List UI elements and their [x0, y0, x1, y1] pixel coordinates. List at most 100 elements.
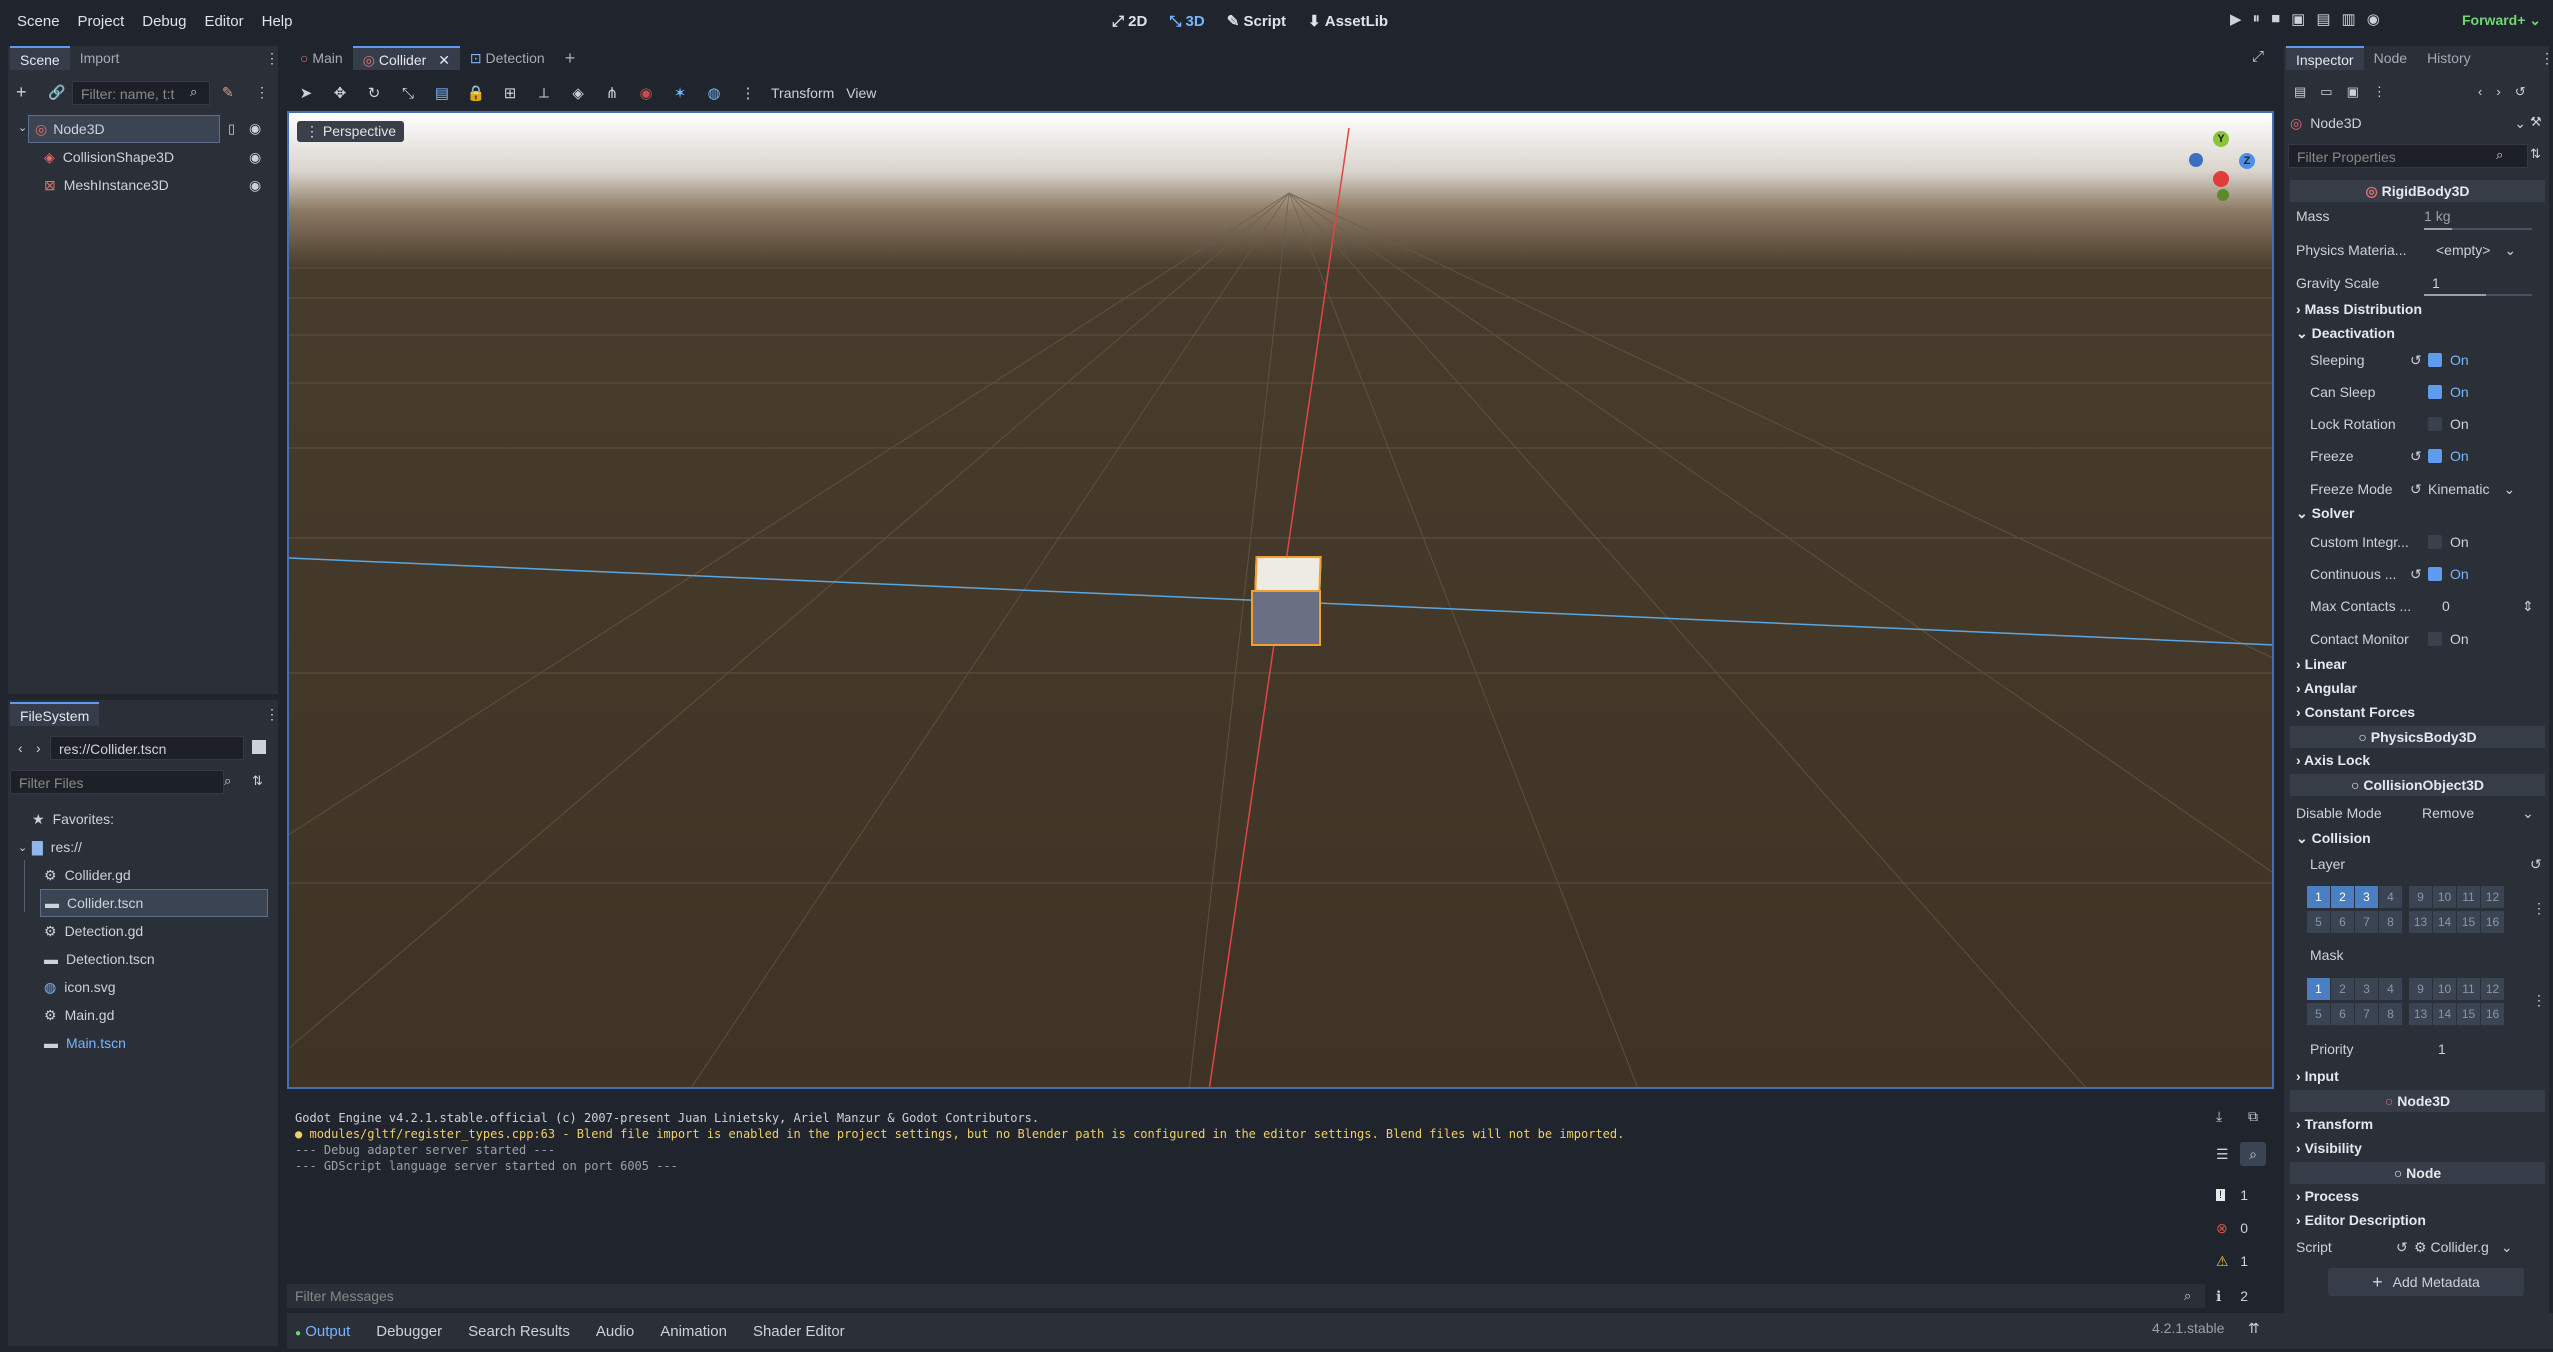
gravity-value[interactable]: 1 — [2432, 275, 2440, 291]
perspective-menu[interactable]: ⋮ Perspective — [297, 121, 405, 142]
category-collision[interactable]: ⌄ Collision — [2296, 830, 2371, 847]
visibility-eye-icon[interactable]: ◉ — [249, 149, 261, 166]
file-row-selected[interactable]: ▬ Collider.tscn — [40, 889, 268, 917]
script-icon[interactable]: ▯ — [228, 121, 235, 137]
add-metadata-button[interactable]: + Add Metadata — [2328, 1268, 2524, 1296]
tab-collider[interactable]: ◎ Collider ✕ — [352, 46, 460, 70]
favorites-row[interactable]: ★ Favorites: — [32, 805, 252, 833]
save-icon[interactable]: ▣ — [2347, 84, 2359, 100]
more-icon[interactable]: ⋮ — [2373, 84, 2386, 100]
view-menu[interactable]: View — [846, 85, 876, 101]
menu-project[interactable]: Project — [69, 13, 134, 30]
layer-bit-6[interactable]: 6 — [2331, 911, 2354, 933]
filter-properties-input[interactable]: Filter Properties — [2288, 144, 2528, 168]
filter-options-icon[interactable]: ⇅ — [2530, 146, 2541, 162]
revert-icon[interactable]: ↺ — [2530, 856, 2542, 873]
layer-bit-15[interactable]: 15 — [2457, 911, 2480, 933]
file-row[interactable]: ◍ icon.svg — [44, 973, 264, 1001]
close-icon[interactable]: ✕ — [438, 52, 450, 68]
category-deactivation[interactable]: ⌄ Deactivation — [2296, 325, 2395, 342]
group-icon[interactable]: ⊞ — [499, 84, 521, 102]
category-mass-distribution[interactable]: › Mass Distribution — [2296, 301, 2422, 317]
layer-bit-7[interactable]: 7 — [2355, 911, 2378, 933]
gravity-slider[interactable] — [2424, 294, 2532, 296]
view-gizmo[interactable]: Y Z — [2187, 131, 2257, 201]
layer-bit-16[interactable]: 16 — [2481, 911, 2504, 933]
revert-icon[interactable]: ↺ — [2410, 448, 2428, 465]
add-tab-button[interactable]: + — [555, 46, 586, 70]
version-label[interactable]: 4.2.1.stable — [2152, 1320, 2224, 1336]
back-arrow-icon[interactable]: ‹ — [18, 740, 23, 756]
gizmo-y-axis[interactable]: Y — [2213, 131, 2229, 147]
script-picker[interactable]: ⚙ Collider.g ⌄ — [2414, 1239, 2513, 1256]
disable-mode-select[interactable]: Remove ⌄ — [2422, 805, 2534, 822]
layer-bit-16[interactable]: 16 — [2481, 1003, 2504, 1025]
layer-bit-3[interactable]: 3 — [2355, 886, 2378, 908]
clear-output-icon[interactable]: ⤓ — [2216, 1108, 2222, 1125]
can-sleep-checkbox[interactable] — [2428, 385, 2442, 399]
snap-icon[interactable]: ⋔ — [601, 84, 623, 102]
revert-icon[interactable]: ↺ — [2410, 352, 2428, 369]
freeze-checkbox[interactable] — [2428, 449, 2442, 463]
play-custom-icon[interactable]: ▥ — [2342, 10, 2356, 28]
category-process[interactable]: › Process — [2296, 1188, 2359, 1204]
custom-integrator-checkbox[interactable] — [2428, 535, 2442, 549]
mode-2d-button[interactable]: ⤢ 2D — [1112, 13, 1147, 30]
layer-bit-15[interactable]: 15 — [2457, 1003, 2480, 1025]
menu-help[interactable]: Help — [253, 13, 302, 30]
gizmo-x-axis[interactable] — [2213, 171, 2229, 187]
file-row-main-scene[interactable]: ▬ Main.tscn — [44, 1029, 264, 1057]
mass-field[interactable]: 1 kg — [2424, 208, 2450, 224]
error-count-toggle[interactable]: ⊗ 0 — [2210, 1215, 2254, 1241]
layer-bit-2[interactable]: 2 — [2331, 886, 2354, 908]
ruler-icon[interactable]: ⟂ — [533, 85, 555, 102]
chevron-down-icon[interactable]: ⌄ — [18, 841, 27, 854]
layer-bit-9[interactable]: 9 — [2409, 886, 2432, 908]
filesystem-menu-icon[interactable]: ⋮ — [265, 706, 279, 723]
sort-icon[interactable]: ⇅ — [252, 773, 263, 789]
lock-rotation-checkbox[interactable] — [2428, 417, 2442, 431]
dock-menu-icon[interactable]: ⋮ — [265, 50, 279, 67]
layer-bit-11[interactable]: 11 — [2457, 886, 2480, 908]
priority-value[interactable]: 1 — [2438, 1041, 2446, 1057]
filesystem-path-input[interactable]: res://Collider.tscn — [50, 736, 244, 760]
layer-bit-5[interactable]: 5 — [2307, 911, 2330, 933]
transform-menu[interactable]: Transform — [771, 85, 834, 101]
layer-bit-4[interactable]: 4 — [2379, 978, 2402, 1000]
mask-menu-icon[interactable]: ⋮ — [2532, 992, 2546, 1009]
lock-icon[interactable]: 🔒 — [465, 84, 487, 102]
file-row[interactable]: ⚙ Detection.gd — [44, 917, 264, 945]
layer-bit-10[interactable]: 10 — [2433, 886, 2456, 908]
move-tool-icon[interactable]: ✥ — [329, 84, 351, 102]
layer-bit-14[interactable]: 14 — [2433, 1003, 2456, 1025]
layer-bit-12[interactable]: 12 — [2481, 886, 2504, 908]
node-selector[interactable]: ◎ Node3D ⌄ — [2290, 112, 2526, 134]
category-solver[interactable]: ⌄ Solver — [2296, 505, 2354, 522]
filter-messages-input[interactable]: Filter Messages — [287, 1284, 2205, 1308]
collapse-icon[interactable]: ☰ — [2216, 1146, 2229, 1163]
layer-bit-7[interactable]: 7 — [2355, 1003, 2378, 1025]
file-row[interactable]: ⚙ Main.gd — [44, 1001, 264, 1029]
dock-menu-icon[interactable]: ⋮ — [2540, 50, 2553, 67]
mode-3d-button[interactable]: ⤡ 3D — [1169, 13, 1204, 30]
tree-row-meshinstance3d[interactable]: ⊠ MeshInstance3D — [44, 171, 244, 199]
layer-bit-8[interactable]: 8 — [2379, 1003, 2402, 1025]
layer-bit-6[interactable]: 6 — [2331, 1003, 2354, 1025]
max-contacts-value[interactable]: 0 — [2442, 598, 2522, 614]
select-tool-icon[interactable]: ➤ — [295, 84, 317, 102]
search-toggle-icon[interactable]: ⌕ — [2240, 1142, 2266, 1166]
category-visibility[interactable]: › Visibility — [2296, 1140, 2362, 1156]
renderer-select[interactable]: Forward+ ⌄ — [2462, 12, 2541, 29]
layer-bit-2[interactable]: 2 — [2331, 978, 2354, 1000]
tab-main[interactable]: ○ Main — [290, 46, 353, 70]
gizmo-neg-z[interactable] — [2189, 153, 2203, 167]
link-icon[interactable]: 🔗 — [48, 84, 65, 101]
tab-search-results[interactable]: Search Results — [468, 1323, 570, 1340]
revert-icon[interactable]: ↺ — [2396, 1239, 2414, 1256]
pause-icon[interactable]: ⏸ — [2253, 10, 2261, 28]
tab-output[interactable]: ● Output — [295, 1323, 350, 1340]
layer-bit-5[interactable]: 5 — [2307, 1003, 2330, 1025]
layer-bit-11[interactable]: 11 — [2457, 978, 2480, 1000]
mode-script-button[interactable]: ✎ Script — [1227, 12, 1286, 30]
mass-slider[interactable] — [2424, 228, 2532, 230]
